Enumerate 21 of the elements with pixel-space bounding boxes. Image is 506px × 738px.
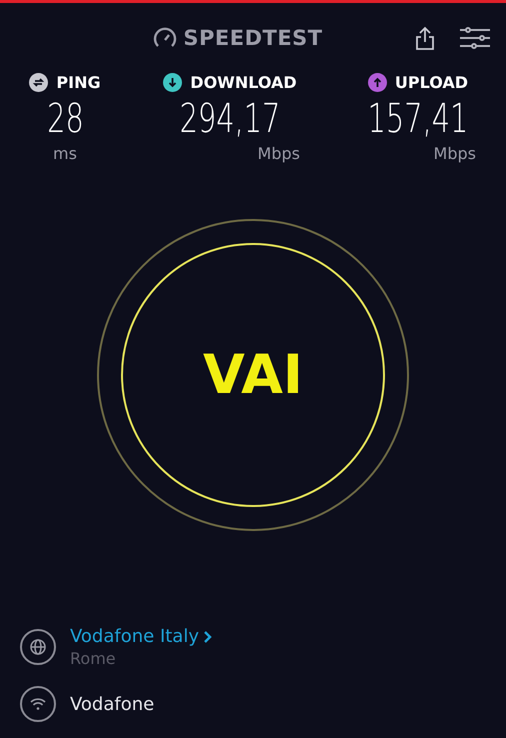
metric-label: UPLOAD xyxy=(394,73,468,92)
server-location: Rome xyxy=(70,649,117,668)
wifi-icon xyxy=(20,686,56,722)
metric-unit: Mbps xyxy=(258,144,300,163)
metric-value: 28 xyxy=(46,95,84,144)
globe-icon xyxy=(20,629,56,665)
start-button[interactable]: VAI xyxy=(121,242,385,506)
gauge-icon xyxy=(153,27,178,49)
app-logo: SPEEDTEST xyxy=(183,26,323,50)
share-button[interactable] xyxy=(416,26,434,50)
server-link[interactable]: Vodafone Italy xyxy=(70,626,212,647)
network-name: Vodafone xyxy=(70,694,154,714)
metric-label: DOWNLOAD xyxy=(190,73,297,92)
chevron-icon xyxy=(203,630,212,644)
metric-label: PING xyxy=(56,73,101,92)
metric-unit: ms xyxy=(53,144,77,163)
settings-button[interactable] xyxy=(460,26,490,50)
ping-icon xyxy=(29,73,48,92)
metric-value: 157,41 xyxy=(368,95,468,144)
metric-unit: Mbps xyxy=(434,144,476,163)
metric-value: 294,17 xyxy=(180,95,280,144)
